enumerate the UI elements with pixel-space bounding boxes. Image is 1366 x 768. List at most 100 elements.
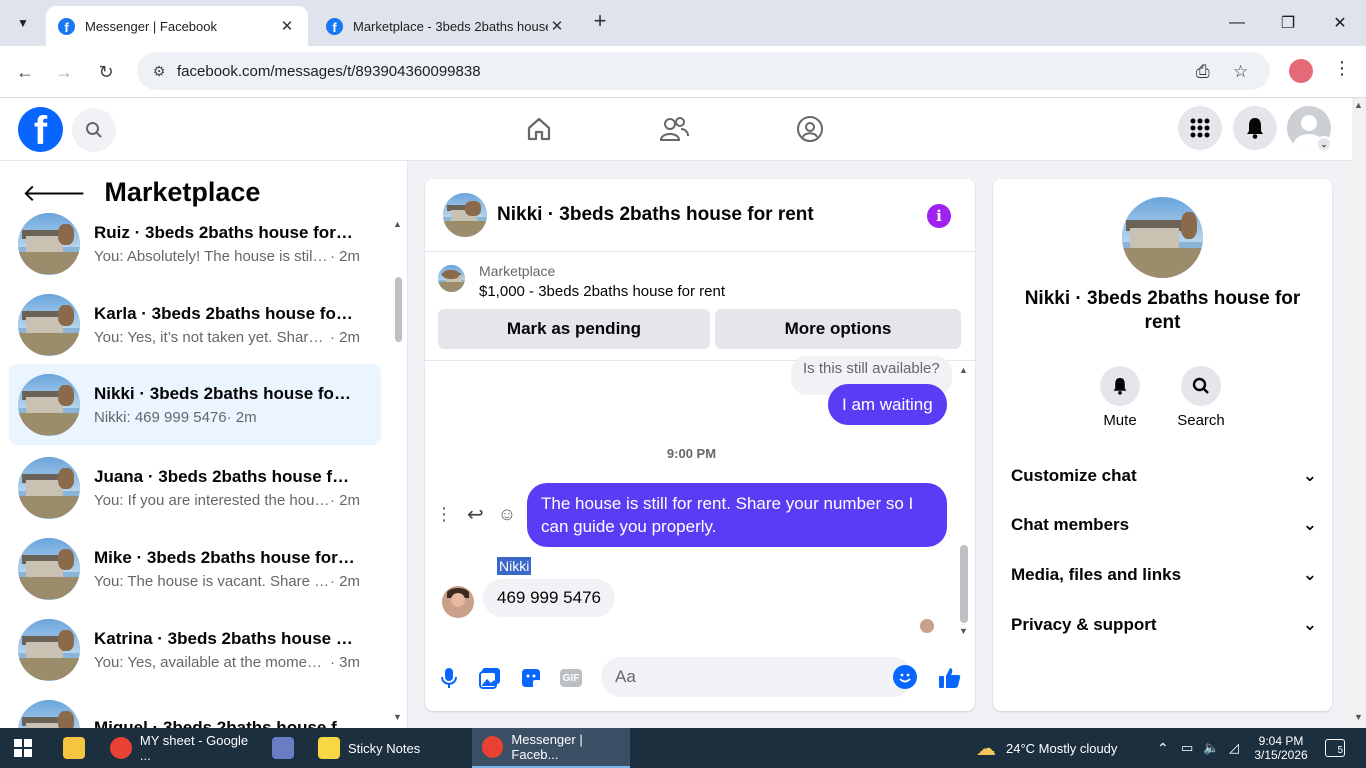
react-emoji-icon[interactable]: ☺ bbox=[498, 504, 516, 525]
mark-as-pending-button[interactable]: Mark as pending bbox=[438, 309, 710, 349]
tab-messenger[interactable]: f Messenger | Facebook ✕ bbox=[46, 6, 308, 46]
info-icon[interactable]: i bbox=[927, 204, 951, 228]
more-actions-icon[interactable]: ⋮ bbox=[435, 504, 453, 525]
conversation-time: · 2m bbox=[330, 491, 360, 509]
thumbs-up-icon[interactable] bbox=[937, 665, 963, 691]
reply-icon[interactable]: ↩ bbox=[467, 502, 484, 527]
conversation-name: Miguel · 3beds 2baths house for... bbox=[94, 718, 356, 728]
conversation-item[interactable]: Katrina · 3beds 2baths house for... You:… bbox=[9, 613, 381, 686]
minimize-icon[interactable]: — bbox=[1222, 8, 1252, 38]
emoji-icon[interactable] bbox=[893, 665, 917, 689]
new-tab-button[interactable]: + bbox=[588, 10, 612, 34]
file-explorer-icon[interactable] bbox=[63, 728, 93, 768]
page-scrollbar[interactable]: ▲ ▼ bbox=[1352, 98, 1366, 728]
install-app-icon[interactable]: ⎙ bbox=[1196, 58, 1210, 86]
conversation-name: Mike · 3beds 2baths house for r... bbox=[94, 547, 356, 567]
conversation-preview: You: Yes, it’s not taken yet. Share y... bbox=[94, 328, 330, 346]
friends-icon[interactable] bbox=[657, 112, 691, 146]
scroll-down-arrow-icon[interactable]: ▼ bbox=[1354, 712, 1363, 722]
browser-menu-icon[interactable]: ⋮ bbox=[1333, 58, 1351, 79]
scroll-up-arrow-icon[interactable]: ▲ bbox=[959, 365, 968, 375]
cloud-icon: ☁ bbox=[976, 737, 996, 760]
forward-icon[interactable]: → bbox=[50, 58, 78, 86]
mute-button[interactable]: Mute bbox=[1090, 366, 1150, 429]
windows-start-icon[interactable] bbox=[14, 728, 32, 768]
tab-title: Marketplace - 3beds 2baths house bbox=[353, 18, 548, 34]
maximize-icon[interactable]: ❐ bbox=[1273, 8, 1303, 38]
volume-icon[interactable]: 🔈 bbox=[1203, 728, 1219, 768]
wifi-icon[interactable]: ◿ bbox=[1229, 728, 1239, 768]
incoming-message[interactable]: 469 999 5476 bbox=[483, 579, 615, 617]
message-input[interactable]: Aa bbox=[601, 657, 913, 697]
chat-members-section[interactable]: Chat members ⌄ bbox=[1011, 515, 1317, 535]
notification-center-icon[interactable]: 5 bbox=[1325, 728, 1345, 768]
tray-chevron-up-icon[interactable]: ⌃ bbox=[1157, 728, 1169, 768]
listing-thumbnail[interactable] bbox=[1122, 197, 1203, 278]
media-files-links-section[interactable]: Media, files and links ⌄ bbox=[1011, 565, 1317, 585]
scrollbar-thumb[interactable] bbox=[960, 545, 968, 623]
tab-search-icon[interactable]: ▼ bbox=[9, 9, 37, 37]
gif-icon[interactable]: GIF bbox=[558, 665, 584, 691]
reload-icon[interactable]: ↻ bbox=[92, 58, 120, 86]
listing-thumbnail[interactable] bbox=[438, 265, 465, 292]
contact-avatar[interactable] bbox=[442, 586, 474, 618]
address-bar[interactable]: ⚙ facebook.com/messages/t/89390436009983… bbox=[137, 52, 1270, 90]
listing-title[interactable]: $1,000 - 3beds 2baths house for rent bbox=[479, 283, 725, 300]
listing-thumbnail[interactable] bbox=[443, 193, 487, 237]
conversation-preview: You: Yes, available at the moment. ... bbox=[94, 653, 330, 671]
conversation-list-panel: 🡐 Marketplace Ruiz · 3beds 2baths house … bbox=[0, 161, 408, 728]
sticker-icon[interactable] bbox=[518, 665, 544, 691]
tab-marketplace[interactable]: f Marketplace - 3beds 2baths house ✕ bbox=[314, 6, 578, 46]
menu-grid-icon[interactable] bbox=[1178, 106, 1222, 150]
panel-title: Marketplace bbox=[104, 177, 261, 207]
weather-widget[interactable]: ☁ 24°C Mostly cloudy bbox=[976, 728, 1117, 768]
scroll-down-arrow-icon[interactable]: ▼ bbox=[393, 712, 402, 722]
customize-chat-section[interactable]: Customize chat ⌄ bbox=[1011, 466, 1317, 486]
conversation-item-selected[interactable]: Nikki · 3beds 2baths house for r... Nikk… bbox=[9, 364, 381, 445]
chat-title[interactable]: Nikki · 3beds 2baths house for rent bbox=[497, 204, 814, 226]
back-arrow-icon[interactable]: 🡐 bbox=[22, 178, 86, 208]
extension-avatar-icon[interactable] bbox=[1289, 59, 1313, 83]
scroll-up-arrow-icon[interactable]: ▲ bbox=[1354, 100, 1363, 110]
conversation-item[interactable]: Ruiz · 3beds 2baths house for rent You: … bbox=[9, 207, 381, 280]
conversation-item[interactable]: Juana · 3beds 2baths house for r... You:… bbox=[9, 451, 381, 524]
scroll-up-arrow-icon[interactable]: ▲ bbox=[393, 219, 402, 229]
network-icon[interactable]: ▭ bbox=[1181, 728, 1193, 768]
outgoing-message[interactable]: I am waiting bbox=[828, 384, 947, 425]
browser-tab-bar: ▼ f Messenger | Facebook ✕ f Marketplace… bbox=[0, 0, 1366, 46]
conversation-item[interactable]: Mike · 3beds 2baths house for r... You: … bbox=[9, 532, 381, 605]
groups-icon[interactable] bbox=[793, 112, 827, 146]
taskbar-sticky-notes[interactable]: Sticky Notes bbox=[318, 728, 468, 768]
site-info-icon[interactable]: ⚙ bbox=[141, 63, 177, 80]
outgoing-message[interactable]: The house is still for rent. Share your … bbox=[527, 483, 947, 547]
clock[interactable]: 9:04 PM 3/15/2026 bbox=[1254, 728, 1307, 768]
scroll-down-arrow-icon[interactable]: ▼ bbox=[959, 626, 968, 636]
search-icon[interactable] bbox=[72, 108, 116, 152]
close-tab-icon[interactable]: ✕ bbox=[548, 17, 566, 35]
taskbar-chrome-messenger[interactable]: Messenger | Faceb... bbox=[472, 728, 630, 768]
scrollbar-thumb[interactable] bbox=[395, 277, 402, 342]
more-options-button[interactable]: More options bbox=[715, 309, 961, 349]
chevron-down-icon[interactable]: ⌄ bbox=[1316, 136, 1332, 152]
conversation-name: Karla · 3beds 2baths house for r... bbox=[94, 303, 356, 323]
weather-text: 24°C Mostly cloudy bbox=[1006, 740, 1118, 756]
facebook-logo-icon[interactable]: f bbox=[18, 107, 63, 152]
microphone-icon[interactable] bbox=[436, 665, 462, 691]
url-text[interactable]: facebook.com/messages/t/893904360099838 bbox=[177, 63, 481, 80]
conversation-item[interactable]: Karla · 3beds 2baths house for r... You:… bbox=[9, 288, 381, 361]
search-conversation-button[interactable]: Search bbox=[1171, 366, 1231, 429]
taskbar-item-label: Sticky Notes bbox=[348, 740, 421, 756]
notifications-bell-icon[interactable] bbox=[1233, 106, 1277, 150]
home-icon[interactable] bbox=[522, 112, 556, 146]
browser-toolbar: ← → ↻ ⚙ facebook.com/messages/t/89390436… bbox=[0, 46, 1366, 98]
close-tab-icon[interactable]: ✕ bbox=[278, 17, 296, 35]
taskbar-chrome-sheet[interactable]: MY sheet - Google ... bbox=[110, 728, 262, 768]
back-icon[interactable]: ← bbox=[11, 58, 39, 86]
window-close-icon[interactable]: ✕ bbox=[1325, 8, 1355, 38]
privacy-support-section[interactable]: Privacy & support ⌄ bbox=[1011, 615, 1317, 635]
photo-gallery-icon[interactable] bbox=[477, 665, 503, 691]
bookmark-star-icon[interactable]: ☆ bbox=[1233, 58, 1248, 86]
notification-count: 5 bbox=[1325, 739, 1345, 757]
snipping-tool-icon[interactable] bbox=[272, 728, 302, 768]
conversation-item[interactable]: Miguel · 3beds 2baths house for... bbox=[9, 694, 381, 728]
